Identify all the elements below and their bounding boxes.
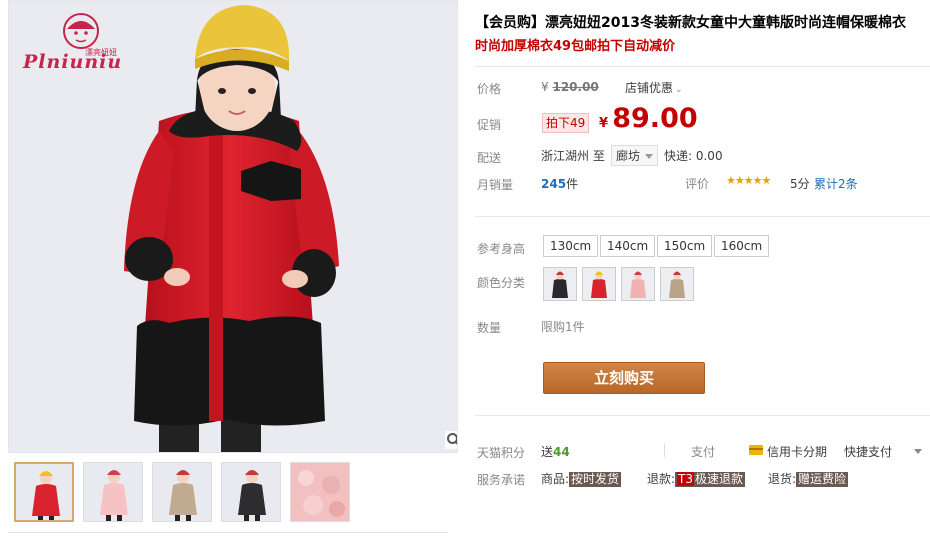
promise-return: 退货: 赠运费险 — [768, 472, 849, 487]
color-option-khaki[interactable] — [660, 267, 694, 301]
rating-label: 评价 — [685, 177, 710, 191]
chevron-down-icon: ⌄ — [675, 85, 683, 95]
service-promise-label: 服务承诺 — [477, 473, 526, 487]
rating-stars-icon: ★★★★★ — [726, 174, 771, 187]
size-option-150[interactable]: 150cm — [657, 235, 713, 257]
thumbnail-strip — [14, 462, 454, 524]
thumbnail-pink-coat[interactable] — [83, 462, 143, 522]
credit-installment-link[interactable]: 信用卡分期 — [767, 443, 827, 460]
buy-now-button[interactable]: 立刻购买 — [543, 362, 705, 394]
payment-label: 支付 — [691, 445, 716, 459]
monthly-sales-label: 月销量 — [477, 178, 514, 192]
promo-tag: 拍下49 — [542, 113, 590, 133]
ship-destination-select[interactable]: 廊坊 — [611, 145, 659, 166]
product-subtitle: 时尚加厚棉衣49包邮拍下自动减价 — [475, 39, 676, 54]
points-label: 天猫积分 — [477, 446, 526, 460]
promo-price: ¥ 89.00 — [599, 103, 698, 134]
zoom-icon[interactable] — [445, 431, 458, 449]
divider — [475, 216, 930, 217]
promise-goods: 商品: 按时发货 — [541, 472, 622, 487]
fast-pay-link[interactable]: 快捷支付 — [844, 443, 892, 460]
separator — [664, 444, 665, 457]
promise-refund-tag[interactable]: T3 极速退款 — [675, 472, 746, 487]
quantity-limit: 限购1件 — [541, 320, 585, 334]
shipping-label: 配送 — [477, 151, 502, 165]
size-option-160[interactable]: 160cm — [714, 235, 770, 257]
thumbnail-khaki-coat[interactable] — [152, 462, 212, 522]
credit-card-icon — [749, 445, 763, 455]
color-option-black[interactable] — [543, 267, 577, 301]
size-option-130[interactable]: 130cm — [543, 235, 599, 257]
divider — [475, 66, 930, 67]
thumbnail-red-coat[interactable] — [14, 462, 74, 522]
main-product-image[interactable]: Plniuniu 漂亮妞妞 — [8, 0, 458, 453]
caret-down-icon — [645, 154, 654, 159]
brand-logo-cn: 漂亮妞妞 — [85, 48, 117, 57]
divider — [475, 415, 930, 416]
thumbnail-black-coat[interactable] — [221, 462, 281, 522]
thumbnail-divider — [8, 532, 448, 533]
ship-from: 浙江湖州 至 — [541, 149, 605, 163]
rating-score: 5分 — [790, 177, 810, 191]
color-label: 颜色分类 — [477, 276, 526, 290]
size-option-140[interactable]: 140cm — [600, 235, 656, 257]
thumbnail-fur-detail[interactable] — [290, 462, 350, 522]
points-value: 送44 — [541, 445, 570, 459]
promo-label: 促销 — [477, 118, 502, 132]
quantity-label: 数量 — [477, 321, 502, 335]
size-label: 参考身高 — [477, 242, 526, 256]
promise-return-tag[interactable]: 赠运费险 — [796, 472, 849, 487]
caret-down-icon[interactable] — [914, 449, 922, 454]
color-option-pink[interactable] — [621, 267, 655, 301]
brand-logo: Plniuniu 漂亮妞妞 — [23, 11, 133, 81]
reviews-link[interactable]: 累计2条 — [814, 175, 858, 192]
original-price: ¥ 120.00 — [541, 80, 599, 94]
promise-refund: 退款: T3 极速退款 — [647, 472, 746, 487]
monthly-sales: 245件 — [541, 177, 579, 191]
shipping-fee: 快递: 0.00 — [664, 149, 723, 163]
price-label: 价格 — [477, 82, 502, 96]
shop-promo-dropdown[interactable]: 店铺优惠 ⌄ — [625, 79, 683, 96]
product-title: 【会员购】漂亮妞妞2013冬装新款女童中大童韩版时尚连帽保暖棉衣 — [475, 15, 906, 31]
color-option-red[interactable] — [582, 267, 616, 301]
promise-goods-tag[interactable]: 按时发货 — [569, 472, 622, 487]
